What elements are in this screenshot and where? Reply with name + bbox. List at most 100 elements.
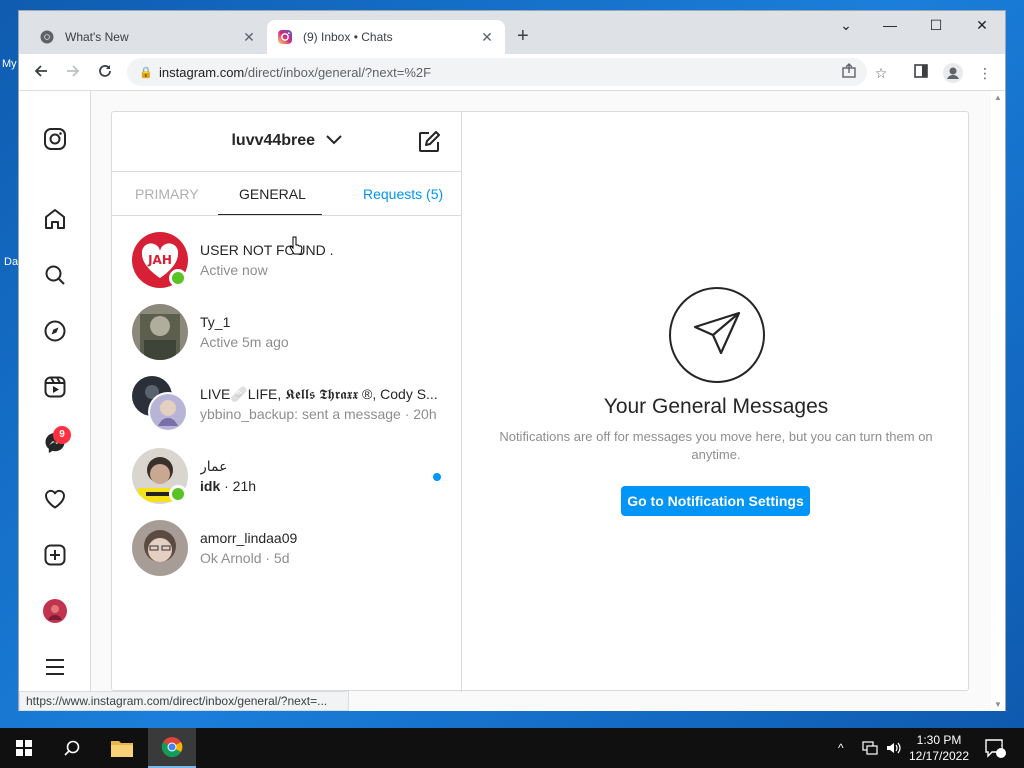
inbox-tabs: PRIMARY GENERAL Requests (5) — [112, 172, 461, 216]
mouse-cursor-icon — [289, 236, 303, 255]
group-avatar — [132, 376, 188, 432]
thread-subtitle: Active 5m ago — [200, 334, 289, 350]
tab-search-icon[interactable]: ⌄ — [823, 17, 869, 34]
home-icon[interactable] — [41, 205, 69, 233]
link-status-bar: https://www.instagram.com/direct/inbox/g… — [19, 691, 349, 711]
last-message: idk — [200, 478, 221, 494]
maximize-icon[interactable]: ☐ — [913, 17, 959, 34]
search-icon[interactable] — [48, 728, 96, 768]
profile-avatar[interactable] — [41, 597, 69, 625]
thread-item[interactable]: amorr_lindaa09 Ok Arnold · 5d — [112, 512, 462, 584]
tab-title: What's New — [65, 30, 129, 44]
compose-message-icon[interactable] — [417, 130, 441, 154]
thread-subtitle: Active now — [200, 262, 268, 278]
instagram-sidebar: 9 — [19, 91, 91, 711]
forward-icon[interactable] — [63, 63, 83, 83]
share-icon[interactable] — [839, 63, 859, 83]
username-label: luvv44bree — [231, 132, 316, 150]
thread-item[interactable]: JAH USER NOT FOUND . Active now — [112, 224, 462, 296]
create-plus-icon[interactable] — [41, 541, 69, 569]
browser-window: What's New ✕ (9) Inbox • Chats ✕ + ⌄ — ☐… — [18, 10, 1006, 711]
new-tab-icon[interactable]: + — [517, 25, 529, 48]
thread-subtitle: ybbino_backup: sent a message · 20h — [200, 406, 437, 422]
thread-subtitle: Ok Arnold · 5d — [200, 550, 290, 566]
thread-item[interactable]: LIVE🩹LIFE, 𝕶𝖊𝖑𝖑𝖘 𝕿𝖍𝖗𝖆𝖝𝖝 ®, Cody S... ybb… — [112, 368, 462, 440]
tab-general[interactable]: GENERAL — [239, 186, 306, 202]
account-switcher[interactable]: luvv44bree — [112, 132, 461, 150]
chrome-taskbar-icon[interactable] — [148, 728, 196, 768]
message-time: · 21h — [220, 478, 257, 494]
instagram-logo-icon[interactable] — [41, 125, 69, 153]
desktop-icon-label[interactable]: My — [2, 58, 17, 70]
system-clock[interactable]: 1:30 PM 12/17/2022 — [904, 732, 974, 764]
tab-title: (9) Inbox • Chats — [303, 30, 393, 44]
page-scrollbar[interactable]: ▲ ▼ — [991, 91, 1005, 711]
empty-state-description: Notifications are off for messages you m… — [499, 429, 933, 462]
url-path: /direct/inbox/general/?next=%2F — [244, 64, 432, 80]
chrome-icon — [39, 29, 55, 45]
chevron-down-icon — [325, 132, 342, 150]
network-icon[interactable] — [862, 728, 878, 768]
reels-icon[interactable] — [41, 373, 69, 401]
search-icon[interactable] — [41, 261, 69, 289]
notifications-icon[interactable]: 2 — [984, 728, 1006, 768]
close-window-icon[interactable]: ✕ — [959, 17, 1005, 34]
clock-time: 1:30 PM — [916, 733, 962, 747]
windows-taskbar: ^ 1:30 PM 12/17/2022 2 — [0, 728, 1024, 768]
url-host: instagram.com — [159, 64, 245, 80]
svg-text:JAH: JAH — [147, 253, 172, 267]
tab-whats-new[interactable]: What's New ✕ — [29, 20, 267, 54]
thread-name: amorr_lindaa09 — [200, 530, 298, 546]
thread-list-panel: luvv44bree PRIMARY GENERAL Requests (5) — [112, 112, 462, 692]
start-windows-icon[interactable] — [0, 728, 48, 768]
minimize-icon[interactable]: — — [867, 17, 913, 33]
side-panel-icon[interactable] — [911, 63, 931, 83]
desktop-icon-label[interactable]: Da — [4, 256, 18, 268]
lock-icon[interactable]: 🔒 — [139, 66, 153, 79]
close-tab-icon[interactable]: ✕ — [479, 29, 495, 46]
online-indicator — [169, 485, 187, 503]
scroll-up-icon[interactable]: ▲ — [994, 93, 1002, 102]
instagram-page: 9 luvv44bree PRIMARY GENERAL Requests (5… — [19, 91, 1005, 711]
thread-item[interactable]: عمار idk · 21h — [112, 440, 462, 512]
dm-header: luvv44bree — [112, 112, 461, 172]
reload-icon[interactable] — [95, 63, 115, 83]
volume-icon[interactable] — [886, 728, 902, 768]
show-hidden-icons[interactable]: ^ — [838, 728, 844, 768]
thread-item[interactable]: Ty_1 Active 5m ago — [112, 296, 462, 368]
address-bar[interactable]: 🔒 instagram.com/direct/inbox/general/?ne… — [127, 58, 867, 86]
heart-icon[interactable] — [41, 485, 69, 513]
direct-messages-panel: luvv44bree PRIMARY GENERAL Requests (5) — [111, 111, 970, 692]
browser-titlebar: What's New ✕ (9) Inbox • Chats ✕ + ⌄ — ☐… — [19, 11, 1005, 54]
close-tab-icon[interactable]: ✕ — [241, 29, 257, 46]
scroll-down-icon[interactable]: ▼ — [994, 700, 1002, 709]
back-icon[interactable] — [31, 63, 51, 83]
thread-name: عمار — [200, 458, 228, 474]
notification-settings-button[interactable]: Go to Notification Settings — [621, 486, 810, 516]
thread-subtitle: idk · 21h — [200, 478, 440, 494]
paper-plane-icon — [669, 287, 765, 383]
online-indicator — [169, 269, 187, 287]
message-empty-state: Your General Messages Notifications are … — [462, 112, 970, 692]
empty-state-title: Your General Messages — [603, 395, 829, 418]
kebab-menu-icon[interactable]: ⋮ — [975, 63, 995, 83]
bookmark-star-icon[interactable]: ☆ — [871, 63, 891, 83]
unread-dot — [433, 473, 441, 481]
instagram-favicon-icon — [277, 29, 293, 45]
browser-toolbar: 🔒 instagram.com/direct/inbox/general/?ne… — [19, 54, 1005, 91]
tab-requests[interactable]: Requests (5) — [363, 186, 443, 202]
thread-name: USER NOT FOUND . — [200, 242, 334, 258]
messages-badge: 9 — [53, 426, 71, 444]
notification-count: 2 — [997, 740, 1003, 750]
tab-inbox-chats[interactable]: (9) Inbox • Chats ✕ — [267, 20, 505, 54]
avatar — [132, 520, 188, 576]
avatar — [132, 304, 188, 360]
profile-icon[interactable] — [943, 63, 963, 83]
explore-compass-icon[interactable] — [41, 317, 69, 345]
clock-date: 12/17/2022 — [908, 749, 970, 763]
tab-primary[interactable]: PRIMARY — [135, 186, 199, 202]
file-explorer-icon[interactable] — [98, 728, 146, 768]
hamburger-menu-icon[interactable] — [41, 653, 69, 681]
active-tab-indicator — [218, 214, 322, 215]
thread-name: LIVE🩹LIFE, 𝕶𝖊𝖑𝖑𝖘 𝕿𝖍𝖗𝖆𝖝𝖝 ®, Cody S... — [200, 386, 438, 402]
